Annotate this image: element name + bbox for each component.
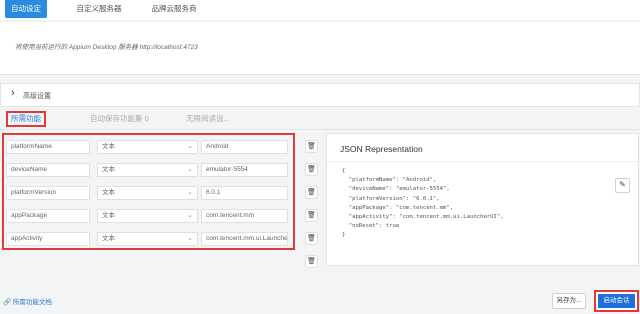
capability-type-value: 文本 — [102, 166, 115, 173]
capability-value-input[interactable]: Android — [201, 140, 288, 154]
delete-capability-button[interactable]: 🗑 — [305, 186, 318, 199]
advanced-settings-label: 高级设置 — [23, 93, 51, 100]
chevron-down-icon: ⌄ — [187, 235, 193, 242]
session-tab-bar: 自动设定 自定义服务器 品牌云服务商 — [0, 0, 640, 20]
tab-custom-server[interactable]: 自定义服务器 — [68, 0, 130, 18]
capability-type-value: 文本 — [102, 189, 115, 196]
capability-value-input[interactable]: com.tencent.mm.ui.LauncherUI — [201, 232, 288, 246]
capability-name-input[interactable]: platformVersion — [6, 186, 90, 200]
capabilities-docs-link[interactable]: 🔗 所需功能文档 — [3, 296, 52, 306]
trash-icon: 🗑 — [307, 143, 316, 150]
footer-bar — [0, 288, 640, 314]
server-info-text: 将使用当前运行的 Appium Desktop 服务器 http://local… — [15, 44, 198, 51]
capability-value-input[interactable]: emulator-5554 — [201, 163, 288, 177]
delete-capability-button[interactable]: 🗑 — [305, 140, 318, 153]
capability-name-input[interactable]: deviceName — [6, 163, 90, 177]
capability-type-value: 文本 — [102, 143, 115, 150]
json-panel-divider — [327, 161, 638, 162]
capabilities-docs-label: 所需功能文档 — [12, 299, 52, 306]
link-icon: 🔗 — [3, 299, 12, 306]
pencil-icon: ✎ — [619, 180, 626, 189]
delete-capability-button[interactable]: 🗑 — [305, 163, 318, 176]
capability-value-input[interactable]: com.tencent.mm — [201, 209, 288, 223]
capability-type-select[interactable]: 文本 ⌄ — [97, 186, 198, 200]
tab-cloud-providers[interactable]: 品牌云服务商 — [143, 0, 205, 18]
capability-type-select[interactable]: 文本 ⌄ — [97, 140, 198, 154]
trash-icon: 🗑 — [307, 235, 316, 242]
tab-desired-capabilities[interactable]: 所需功能 — [6, 111, 46, 127]
json-code: { "platformName": "Android", "deviceName… — [342, 168, 504, 239]
server-info-panel: 将使用当前运行的 Appium Desktop 服务器 http://local… — [0, 21, 640, 75]
chevron-right-icon: › — [11, 87, 15, 99]
capability-type-select[interactable]: 文本 ⌄ — [97, 209, 198, 223]
capability-type-select[interactable]: 文本 ⌄ — [97, 163, 198, 177]
chevron-down-icon: ⌄ — [187, 166, 193, 173]
chevron-down-icon: ⌄ — [187, 189, 193, 196]
capability-type-select[interactable]: 文本 ⌄ — [97, 232, 198, 246]
tab-attach-session[interactable]: 无限阅读说... — [186, 113, 230, 125]
json-panel-title: JSON Representation — [340, 144, 423, 154]
trash-icon: 🗑 — [307, 212, 316, 219]
trash-icon: 🗑 — [307, 166, 316, 173]
sub-tab-divider — [0, 129, 640, 130]
delete-capability-button[interactable]: 🗑 — [305, 255, 318, 268]
delete-capability-button[interactable]: 🗑 — [305, 209, 318, 222]
capability-type-value: 文本 — [102, 212, 115, 219]
advanced-settings-toggle[interactable]: › 高级设置 — [0, 83, 640, 107]
tab-saved-capability-sets[interactable]: 自动保存功能集 0 — [90, 113, 149, 125]
capability-type-value: 文本 — [102, 235, 115, 242]
chevron-down-icon: ⌄ — [187, 212, 193, 219]
json-representation-panel: JSON Representation { "platformName": "A… — [326, 133, 639, 266]
capability-name-input[interactable]: platformName — [6, 140, 90, 154]
chevron-down-icon: ⌄ — [187, 143, 193, 150]
save-as-button[interactable]: 另存为... — [552, 293, 586, 309]
edit-json-button[interactable]: ✎ — [615, 178, 630, 193]
capability-name-input[interactable]: appActivity — [6, 232, 90, 246]
capability-name-input[interactable]: appPackage — [6, 209, 90, 223]
capability-value-input[interactable]: 6.0.1 — [201, 186, 288, 200]
trash-icon: 🗑 — [307, 258, 316, 265]
start-session-button[interactable]: 启动会话 — [598, 294, 635, 308]
tab-automatic-server[interactable]: 自动设定 — [5, 0, 47, 18]
start-session-button-highlight: 启动会话 — [594, 290, 639, 312]
trash-icon: 🗑 — [307, 189, 316, 196]
delete-capability-button[interactable]: 🗑 — [305, 232, 318, 245]
